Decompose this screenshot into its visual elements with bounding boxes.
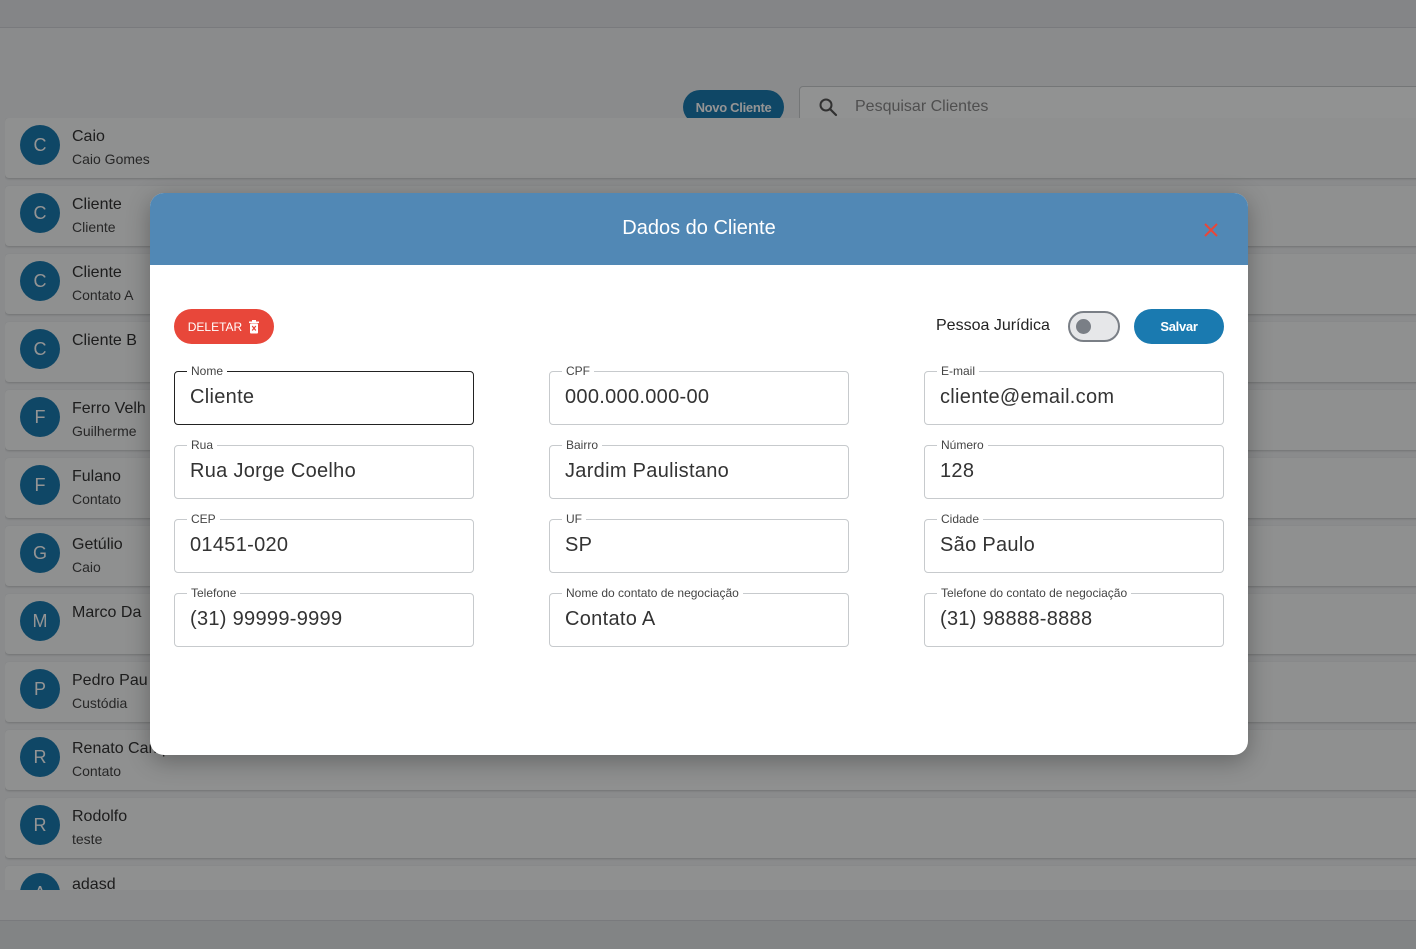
field-value: São Paulo	[940, 534, 1035, 556]
close-button[interactable]	[1200, 219, 1222, 241]
field-value: SP	[565, 534, 593, 556]
field-value: Jardim Paulistano	[565, 460, 730, 482]
save-button[interactable]: Salvar	[1134, 309, 1224, 344]
field-label: Cidade	[937, 512, 984, 526]
nome-field[interactable]: Nome Cliente	[174, 364, 474, 425]
trash-icon	[249, 319, 260, 333]
field-value: (31) 99999-9999	[190, 608, 343, 630]
field-value: 128	[940, 460, 975, 482]
field-value: cliente@email.com	[940, 386, 1115, 408]
field-value: Rua Jorge Coelho	[190, 460, 357, 482]
field-label: Nome do contato de negociação	[562, 586, 743, 600]
cpf-field[interactable]: CPF 000.000.000-00	[549, 364, 849, 425]
field-value: 01451-020	[190, 534, 289, 556]
field-label: CPF	[562, 364, 594, 378]
toggle-knob	[1076, 319, 1091, 334]
contato-telefone-field[interactable]: Telefone do contato de negociação (31) 9…	[924, 586, 1224, 647]
field-value: Cliente	[190, 386, 255, 408]
field-label: Bairro	[562, 438, 603, 452]
field-value: Contato A	[565, 608, 656, 630]
contato-nome-field[interactable]: Nome do contato de negociação Contato A	[549, 586, 849, 647]
field-label: Nome	[187, 364, 228, 378]
rua-field[interactable]: Rua Rua Jorge Coelho	[174, 438, 474, 499]
pessoa-juridica-toggle[interactable]	[1068, 311, 1120, 342]
modal-header: Dados do Cliente	[150, 193, 1248, 265]
client-modal: Dados do Cliente DELETAR Pessoa Jurídica…	[150, 193, 1248, 755]
bairro-field[interactable]: Bairro Jardim Paulistano	[549, 438, 849, 499]
field-label: Número	[937, 438, 988, 452]
cidade-field[interactable]: Cidade São Paulo	[924, 512, 1224, 573]
field-label: UF	[562, 512, 586, 526]
cep-field[interactable]: CEP 01451-020	[174, 512, 474, 573]
field-label: E-mail	[937, 364, 980, 378]
field-label: Telefone	[187, 586, 241, 600]
delete-label: DELETAR	[187, 319, 243, 334]
email-field[interactable]: E-mail cliente@email.com	[924, 364, 1224, 425]
uf-field[interactable]: UF SP	[549, 512, 849, 573]
field-label: Telefone do contato de negociação	[937, 586, 1132, 600]
telefone-field[interactable]: Telefone (31) 99999-9999	[174, 586, 474, 647]
field-label: Rua	[187, 438, 218, 452]
field-value: 000.000.000-00	[565, 386, 710, 408]
field-value: (31) 98888-8888	[940, 608, 1093, 630]
modal-title: Dados do Cliente	[622, 217, 776, 239]
close-icon	[1204, 223, 1218, 237]
pessoa-juridica-label: Pessoa Jurídica	[936, 317, 1050, 334]
field-label: CEP	[187, 512, 220, 526]
delete-button[interactable]: DELETAR	[174, 309, 274, 344]
numero-field[interactable]: Número 128	[924, 438, 1224, 499]
